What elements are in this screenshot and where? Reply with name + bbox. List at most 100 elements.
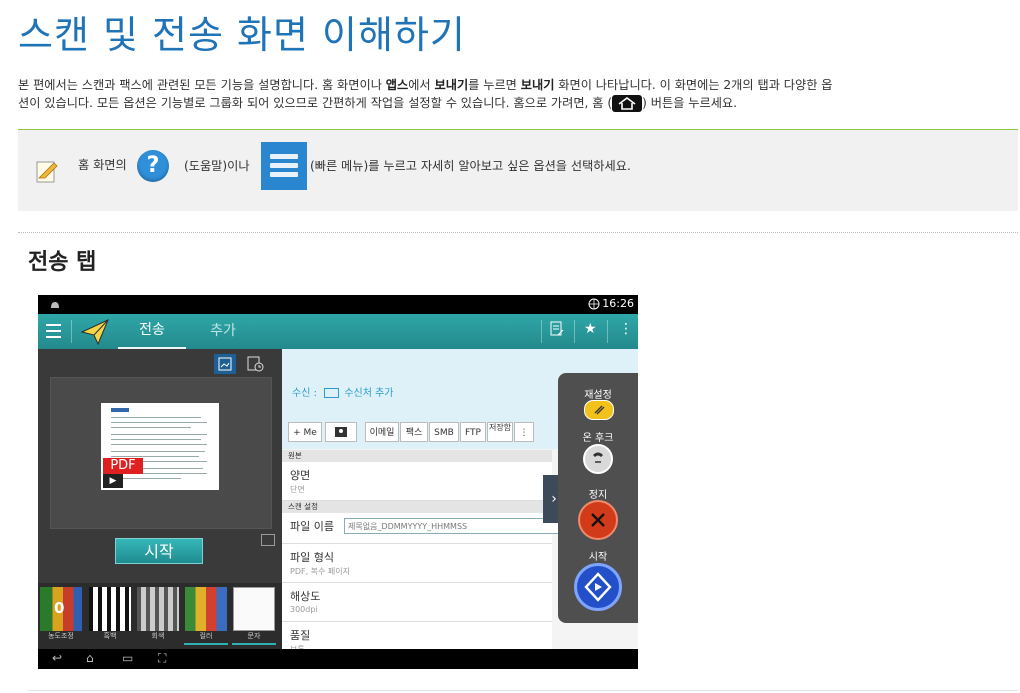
help-icon: ? [137,150,169,182]
option-title: 파일 형식 [290,551,334,564]
option-value: 300dpi [290,605,318,614]
keyboard-icon[interactable] [324,388,340,398]
selected-indicator [232,643,276,645]
intro-text: ) 버튼을 누르세요. [642,96,738,110]
globe-icon [588,298,600,313]
play-icon[interactable]: ▶ [103,474,123,488]
option-resolution[interactable]: 해상도 300dpi [282,583,552,622]
more-destinations-icon[interactable]: ⋮ [514,422,534,442]
option-title: 양면 [290,469,311,482]
note-text: (빠른 메뉴)를 누르고 자세히 알아보고 싶은 옵션을 선택하세요. [310,159,631,173]
smb-button[interactable]: SMB [429,422,459,442]
thumb-label: 문자 [247,632,261,640]
intro-text: 화면이 나타납니다. 이 화면에는 2개의 탭과 다양한 옵 [554,78,833,92]
intro-paragraph: 본 편에서는 스캔과 팩스에 관련된 모든 기능을 설명합니다. 홈 화면이나 … [18,76,1013,112]
onhook-button[interactable] [583,444,613,474]
status-bar: 16:26 [38,295,638,314]
scan-mode-strip: 0 농도조정 흑백 회색 컬러 문자 [38,583,282,649]
address-book-button[interactable] [325,422,357,442]
fax-button[interactable]: 팩스 [400,422,428,442]
email-button[interactable]: 이메일 [365,422,399,442]
section-title: 전송 탭 [28,250,97,275]
option-filename[interactable]: 파일 이름 제목없음_DDMMYYYY_HHMMSS [282,513,560,544]
filename-input[interactable]: 제목없음_DDMMYYYY_HHMMSS [344,518,560,534]
option-value: 단면 [290,485,305,494]
intro-text: 에서 [408,78,435,92]
schedule-view-icon[interactable] [244,354,266,374]
intro-text: 본 편에서는 스캔과 팩스에 관련된 모든 기능을 설명합니다. 홈 화면이나 [18,78,386,92]
start-button-preview[interactable]: 시작 [115,538,203,564]
page-title: 스캔 및 전송 화면 이해하기 [18,13,466,57]
send-app-icon [80,319,109,346]
thumb-label: 농도조정 [48,632,74,640]
app-bar: 전송 추가 ★ ⋮ [38,314,638,349]
reset-label: 재설정 [584,390,612,401]
intro-text: 션이 있습니다. 모든 옵션은 기능별로 그룹화 되어 있으므로 간편하게 작업… [18,96,613,110]
home-nav-icon[interactable]: ⌂ [86,651,94,665]
option-title: 품질 [290,629,311,642]
home-icon [612,95,643,112]
section-original: 원본 [282,450,552,462]
divider [28,690,1018,691]
thumb-density[interactable]: 0 [40,587,82,631]
thumb-gray[interactable] [137,587,179,631]
option-title: 해상도 [290,590,321,603]
note-text: (도움말)이나 [184,159,250,173]
option-duplex[interactable]: 양면 단면 [282,462,552,501]
selected-indicator [184,643,228,645]
density-value: 0 [54,599,65,617]
thumb-color[interactable] [185,587,227,631]
note-box: 홈 화면의 ? (도움말)이나 (빠른 메뉴)를 누르고 자세히 알아보고 싶은… [18,130,1018,211]
report-icon[interactable] [550,321,564,341]
divider [574,320,575,343]
add-recipient-link[interactable]: 수신처 추가 [344,388,393,399]
send-term: 보내기 [434,78,469,92]
thumb-label: 회색 [151,632,165,640]
note-icon [36,161,58,183]
apps-term: 앱스 [385,78,409,92]
add-me-button[interactable]: + Me [288,422,322,442]
thumb-bw[interactable] [89,587,131,631]
more-icon[interactable]: ⋮ [619,321,633,337]
storage-button[interactable]: 저장함 [487,422,513,442]
device-screenshot: 16:26 전송 추가 ★ ⋮ PDF ▶ 시작 0 농도조정 흑백 회색 컬러… [38,295,638,669]
onhook-label: 온 후크 [582,433,614,444]
recipient-label: 수신 : [292,388,317,399]
tab-send[interactable]: 전송 [118,314,186,349]
intro-text: 를 누르면 [468,78,521,92]
thumb-text[interactable] [233,587,275,631]
preview-view-icon[interactable] [214,354,236,374]
start-label: 시작 [588,552,608,563]
divider [71,320,72,343]
start-button[interactable] [574,563,622,611]
note-text: 홈 화면의 [78,158,127,172]
star-icon[interactable]: ★ [584,321,597,337]
control-panel: 재설정 온 후크 정지 시작 [558,373,638,623]
thumb-label: 흑백 [103,632,117,640]
option-quality[interactable]: 품질 보통 [282,622,552,650]
stop-label: 정지 [588,490,608,501]
screenshot-icon[interactable]: ⛶ [158,651,166,666]
recent-apps-icon[interactable]: ▭ [122,651,133,665]
divider [541,320,542,343]
status-time: 16:26 [602,297,634,310]
option-title: 파일 이름 [290,520,334,533]
reset-button[interactable] [584,400,614,420]
stop-button[interactable] [578,500,618,540]
preview-pane: PDF ▶ 시작 0 농도조정 흑백 회색 컬러 문자 [38,349,282,649]
section-scan-settings: 스캔 설정 [282,501,552,513]
quick-menu-icon [261,142,307,190]
back-icon[interactable]: ↩ [52,651,62,665]
tab-add[interactable]: 추가 [198,314,248,349]
send-term: 보내기 [520,78,555,92]
option-file-format[interactable]: 파일 형식 PDF, 복수 페이지 [282,544,552,583]
fit-icon[interactable] [261,534,275,546]
view-toggle[interactable] [214,354,272,374]
divider [607,320,608,343]
thumb-label: 컬러 [199,632,213,640]
option-value: PDF, 복수 페이지 [290,567,351,576]
recipient-row: 수신 : 수신처 추가 [292,384,394,399]
divider [18,232,1018,233]
menu-icon[interactable] [46,324,61,342]
ftp-button[interactable]: FTP [460,422,486,442]
